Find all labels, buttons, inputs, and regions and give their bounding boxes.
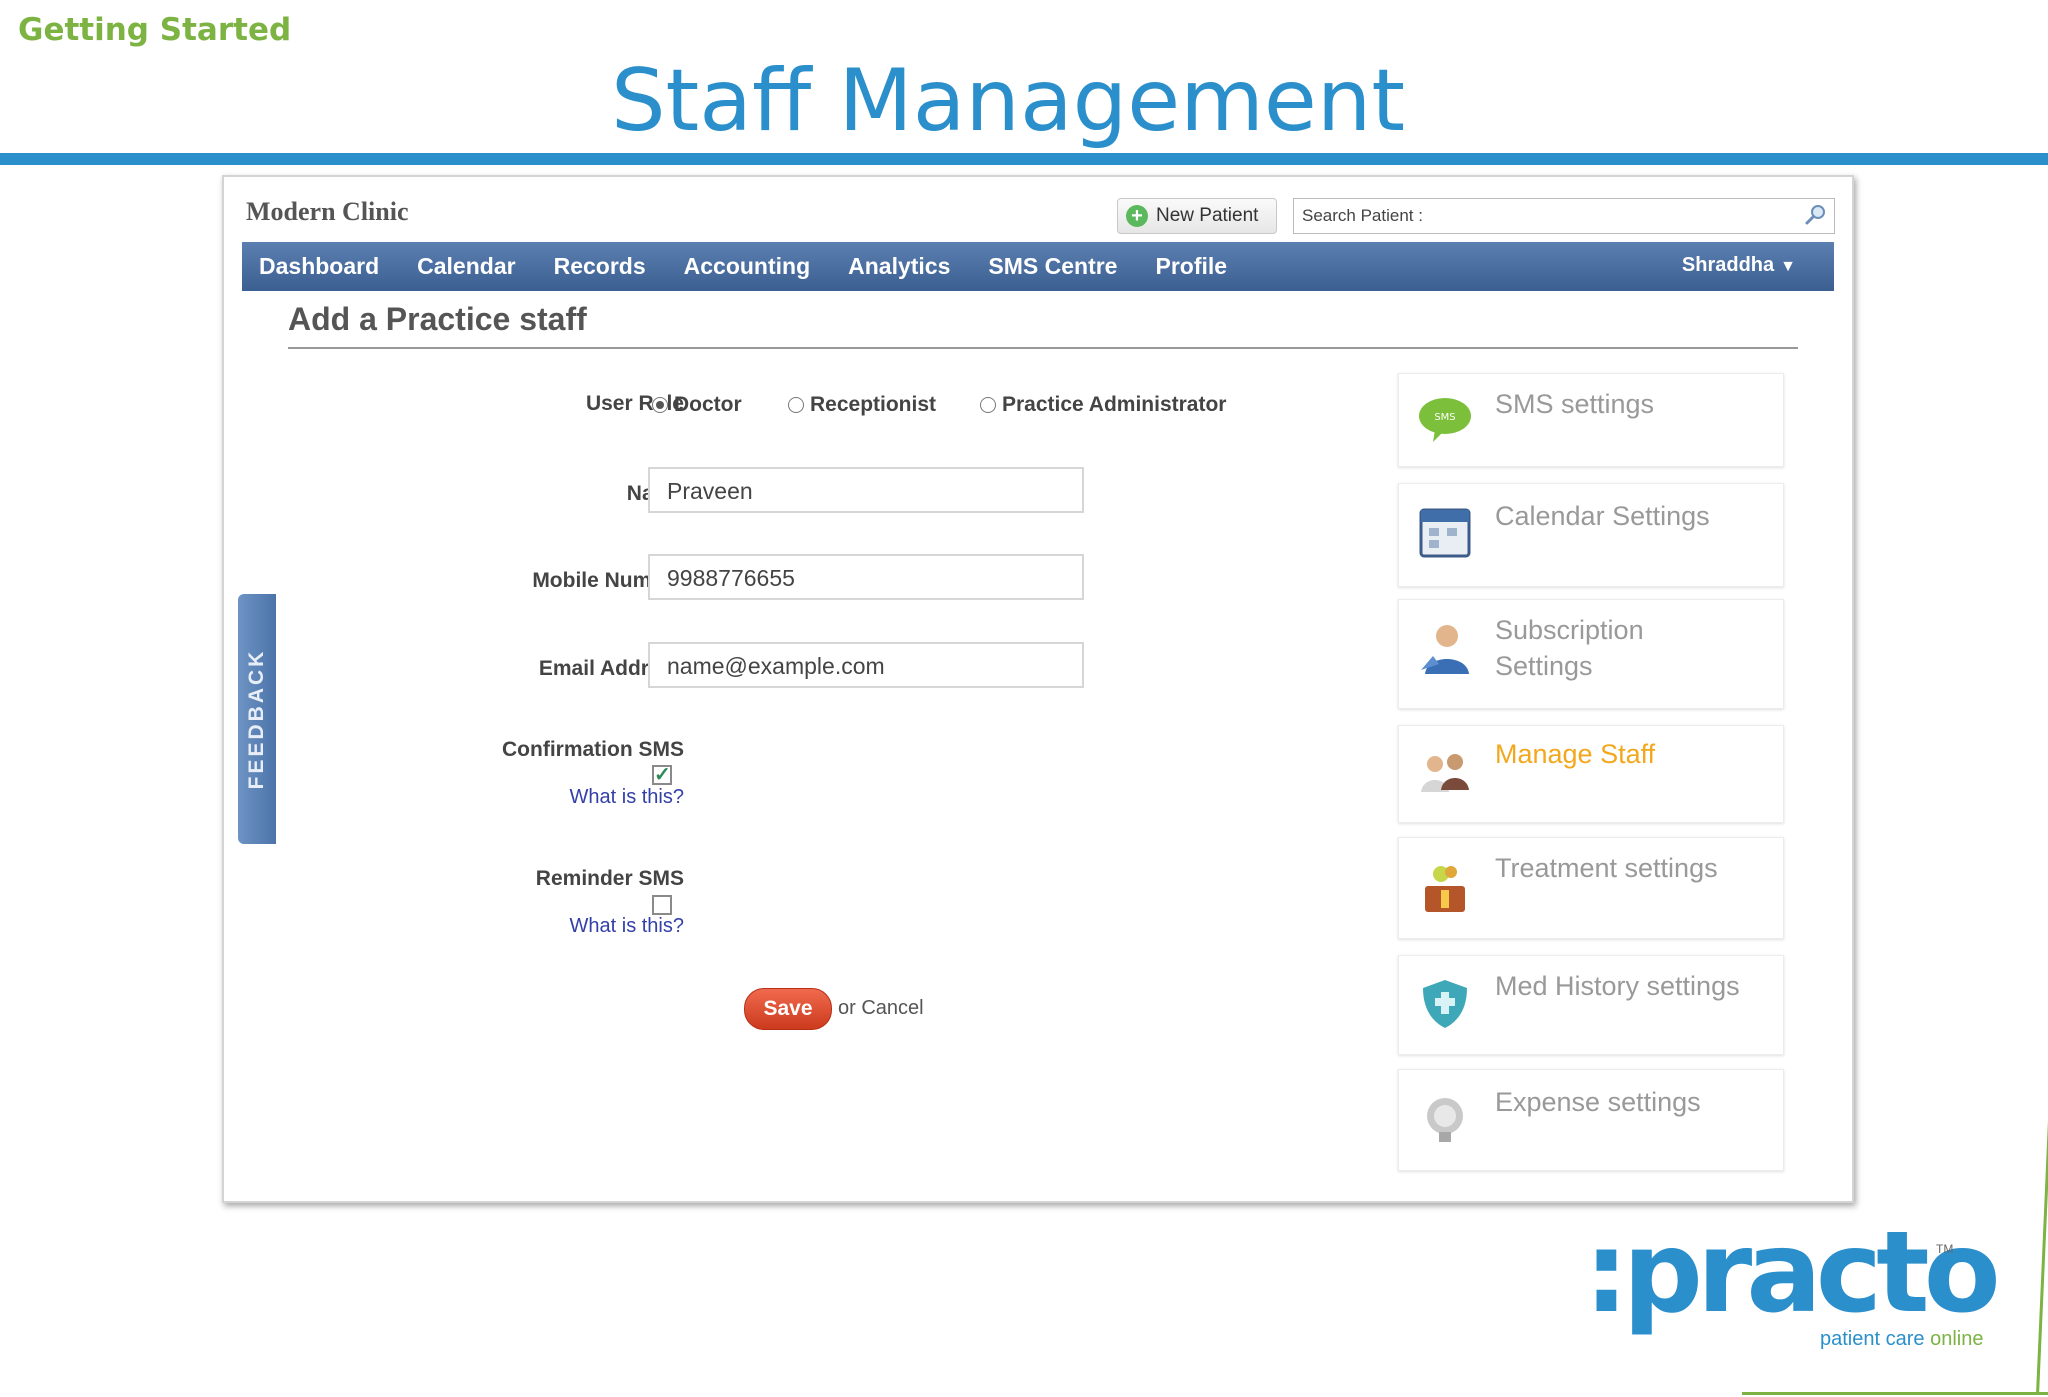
sms-bubble-icon: SMS xyxy=(1419,398,1471,442)
confirmation-sms-checkbox[interactable] xyxy=(652,762,672,787)
sidebar-item-label: Treatment settings xyxy=(1495,853,1718,883)
logo-tagline: patient care online xyxy=(1820,1328,1983,1351)
shield-icon xyxy=(1423,980,1467,1028)
nav-accounting[interactable]: Accounting xyxy=(665,253,830,280)
section-label: Getting Started xyxy=(18,12,292,48)
sidebar-item-calendar-settings[interactable]: Calendar Settings xyxy=(1398,483,1784,587)
nav-analytics[interactable]: Analytics xyxy=(829,253,969,280)
staff-icon xyxy=(1421,754,1469,792)
search-placeholder: Search Patient : xyxy=(1302,206,1423,225)
nav-sms-centre[interactable]: SMS Centre xyxy=(969,253,1136,280)
chevron-down-icon: ▼ xyxy=(1780,258,1796,275)
radio-practice-administrator-label: Practice Administrator xyxy=(1002,393,1227,416)
corner-accent-base xyxy=(1742,1392,2048,1395)
nav-profile[interactable]: Profile xyxy=(1136,253,1246,280)
user-name: Shraddha xyxy=(1681,254,1775,276)
feedback-tab[interactable]: FEEDBACK xyxy=(238,594,276,844)
reminder-sms-help-link[interactable]: What is this? xyxy=(570,915,684,938)
form-divider xyxy=(288,347,1798,349)
radio-doctor[interactable]: Doctor xyxy=(652,393,742,417)
radio-receptionist[interactable]: Receptionist xyxy=(788,393,936,417)
radio-practice-administrator[interactable]: Practice Administrator xyxy=(980,393,1226,417)
user-menu[interactable]: Shraddha ▼ xyxy=(1682,254,1796,277)
search-input[interactable]: Search Patient : xyxy=(1293,198,1835,234)
feedback-label: FEEDBACK xyxy=(245,648,268,790)
treatment-icon xyxy=(1425,866,1465,912)
logo-trademark: TM xyxy=(1936,1242,1954,1256)
sidebar-item-treatment-settings[interactable]: Treatment settings xyxy=(1398,837,1784,939)
sidebar-item-med-history-settings[interactable]: Med History settings xyxy=(1398,955,1784,1055)
sidebar-item-manage-staff[interactable]: Manage Staff xyxy=(1398,725,1784,823)
expense-icon xyxy=(1427,1098,1463,1142)
sidebar-item-label: SMS settings xyxy=(1495,389,1655,419)
user-icon xyxy=(1421,625,1469,674)
email-field[interactable]: name@example.com xyxy=(648,642,1084,688)
sidebar-item-label: Manage Staff xyxy=(1495,739,1656,769)
practo-logo: :practo TM patient care online xyxy=(1584,1208,2014,1360)
reminder-sms-checkbox[interactable] xyxy=(652,895,672,915)
sidebar-item-label: Subscription Settings xyxy=(1495,612,1644,684)
sidebar-item-text: Subscription Settings xyxy=(1495,615,1644,681)
main-nav: Dashboard Calendar Records Accounting An… xyxy=(242,242,1834,291)
sidebar-item-sms-settings[interactable]: SMS SMS settings xyxy=(1398,373,1784,467)
logo-wordmark: :practo xyxy=(1584,1208,2001,1338)
mobile-field[interactable]: 9988776655 xyxy=(648,554,1084,600)
calendar-icon xyxy=(1419,508,1471,558)
sidebar-item-label: Med History settings xyxy=(1495,971,1740,1001)
sidebar-item-subscription-settings[interactable]: Subscription Settings xyxy=(1398,599,1784,709)
nav-records[interactable]: Records xyxy=(535,253,665,280)
save-button[interactable]: Save xyxy=(744,988,832,1030)
radio-doctor-label: Doctor xyxy=(674,393,742,416)
slide-title: Staff Management xyxy=(610,51,1406,151)
nav-dashboard[interactable]: Dashboard xyxy=(242,253,398,280)
nav-calendar[interactable]: Calendar xyxy=(398,253,534,280)
search-icon[interactable] xyxy=(1804,203,1828,227)
sidebar-item-expense-settings[interactable]: Expense settings xyxy=(1398,1069,1784,1171)
form-title: Add a Practice staff xyxy=(288,301,587,337)
or-cancel: or Cancel xyxy=(838,997,924,1020)
radio-practice-administrator-dot[interactable] xyxy=(980,397,996,413)
title-divider xyxy=(0,153,2048,165)
sidebar-item-label: Expense settings xyxy=(1495,1087,1701,1117)
new-patient-label: New Patient xyxy=(1156,205,1259,226)
sidebar-item-label: Calendar Settings xyxy=(1495,501,1710,531)
confirmation-sms-label: Confirmation SMS xyxy=(502,738,684,761)
svg-text:SMS: SMS xyxy=(1434,412,1455,423)
reminder-sms-label: Reminder SMS xyxy=(535,867,684,890)
clinic-name: Modern Clinic xyxy=(246,197,409,226)
plus-icon: + xyxy=(1126,205,1148,227)
new-patient-button[interactable]: + New Patient xyxy=(1117,198,1277,234)
app-window: Modern Clinic + New Patient Search Patie… xyxy=(222,175,1854,1203)
cancel-link[interactable]: Cancel xyxy=(861,997,923,1019)
logo-tagline-main: patient care xyxy=(1820,1328,1931,1350)
radio-receptionist-dot[interactable] xyxy=(788,397,804,413)
or-label: or xyxy=(838,997,856,1019)
corner-accent-line xyxy=(2036,1115,2048,1396)
radio-receptionist-label: Receptionist xyxy=(810,393,937,416)
logo-tagline-accent: online xyxy=(1930,1328,1984,1350)
confirmation-sms-help-link[interactable]: What is this? xyxy=(570,786,684,809)
name-field[interactable]: Praveen xyxy=(648,467,1084,513)
radio-doctor-dot[interactable] xyxy=(652,397,668,413)
